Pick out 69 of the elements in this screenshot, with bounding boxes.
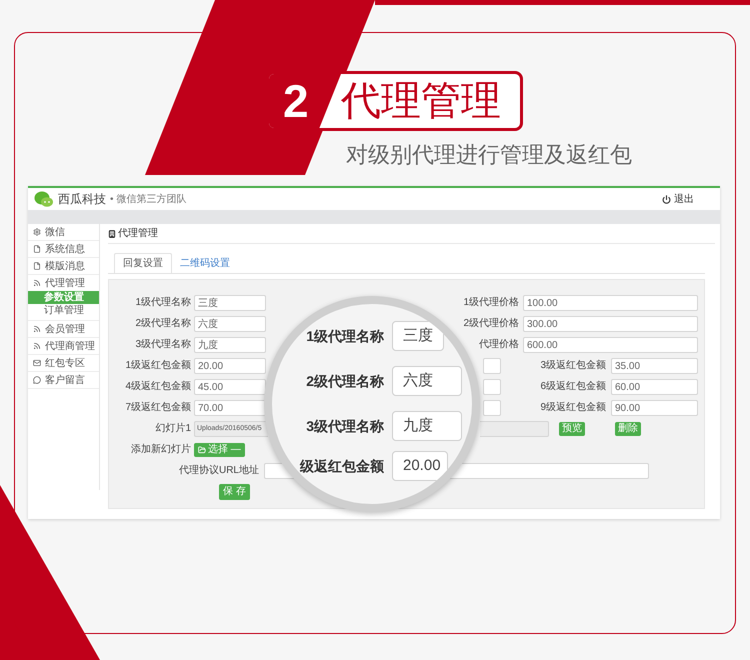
rss-icon: [33, 279, 41, 287]
sidebar-item[interactable]: 会员管理: [28, 321, 99, 337]
sidebar-item[interactable]: 代理管理: [28, 275, 99, 291]
input-field[interactable]: 600.00: [523, 337, 698, 353]
input-field[interactable]: 六度: [194, 316, 266, 332]
zoomed-label: 2级代理名称: [305, 372, 384, 390]
input-field[interactable]: 九度: [194, 337, 266, 353]
input-field[interactable]: [483, 358, 501, 374]
input-field[interactable]: 70.00: [194, 400, 266, 416]
field-label: 代理协议URL地址: [178, 464, 259, 478]
sidebar-item[interactable]: 微信: [28, 224, 99, 240]
rss-icon: [33, 342, 41, 350]
sidebar-subitem[interactable]: 订单管理: [28, 304, 99, 317]
field-label: 2级代理价格: [462, 316, 519, 331]
input-field[interactable]: 60.00: [611, 379, 698, 395]
field-label: 6级返红包金额: [539, 380, 606, 394]
zoomed-input-field: 六度: [392, 366, 462, 396]
file-icon: [33, 245, 41, 253]
rss-icon: [33, 325, 41, 333]
envelope-icon: [33, 359, 41, 367]
field-label: 1级代理名称: [134, 296, 191, 310]
sidebar-item[interactable]: 系统信息: [28, 241, 99, 257]
zoomed-input-field: 20.00: [392, 451, 448, 481]
input-field[interactable]: [480, 421, 549, 437]
folder-icon: [198, 446, 206, 454]
sidebar-item[interactable]: 客户留言: [28, 372, 99, 388]
building-icon: [108, 230, 116, 238]
step-number: 2: [269, 74, 341, 128]
input-field[interactable]: 三度: [194, 295, 266, 311]
zoomed-input-field: 九度: [392, 411, 462, 441]
field-label: 幻灯片1: [154, 422, 191, 436]
brand-tagline: • 微信第三方团队: [110, 192, 186, 206]
page-title: 代理管理: [118, 227, 158, 241]
banner-subtitle: 对级别代理进行管理及返红包: [346, 141, 633, 169]
zoomed-label: 1级代理名称: [305, 326, 384, 346]
zoomed-label: 3级代理名称: [305, 416, 384, 436]
input-field[interactable]: 100.00: [523, 295, 698, 311]
power-icon: [662, 194, 671, 204]
tab[interactable]: 回复设置: [114, 253, 172, 273]
brand-name: 西瓜科技: [58, 191, 106, 208]
field-label: 9级返红包金额: [539, 400, 606, 415]
input-field[interactable]: [483, 400, 501, 416]
field-label: 1级代理价格: [462, 296, 519, 310]
input-field[interactable]: 45.00: [194, 379, 266, 395]
field-label: 3级返红包金额: [539, 358, 606, 373]
input-field[interactable]: 20.00: [194, 358, 266, 374]
input-field[interactable]: 35.00: [611, 358, 698, 374]
gears-icon: [33, 228, 41, 236]
input-field[interactable]: 90.00: [611, 400, 698, 416]
field-label: 2级代理名称: [134, 317, 191, 331]
banner-title: 代理管理: [341, 78, 501, 125]
zoomed-input-field: 三度: [392, 321, 444, 351]
field-label: 1级返红包金额: [124, 358, 191, 373]
field-label: 7级返红包金额: [124, 400, 191, 415]
chat-bubbles-logo-icon: [34, 191, 54, 207]
input-field[interactable]: [483, 379, 501, 395]
sidebar-item[interactable]: 红包专区: [28, 355, 99, 371]
input-field[interactable]: 300.00: [523, 316, 698, 332]
file-icon: [33, 262, 41, 270]
sidebar-item[interactable]: 代理商管理: [28, 338, 99, 354]
field-label: 代理价格: [478, 338, 519, 352]
sidebar-item[interactable]: 模版消息: [28, 258, 99, 274]
logout-button[interactable]: 退出: [662, 192, 694, 206]
chat-icon: [33, 376, 41, 384]
field-label: 4级返红包金额: [124, 380, 191, 394]
field-label: 添加新幻灯片: [130, 442, 191, 457]
field-label: 3级代理名称: [134, 338, 191, 352]
tab[interactable]: 二维码设置: [172, 253, 238, 273]
zoomed-label: 级返红包金额: [298, 456, 384, 476]
